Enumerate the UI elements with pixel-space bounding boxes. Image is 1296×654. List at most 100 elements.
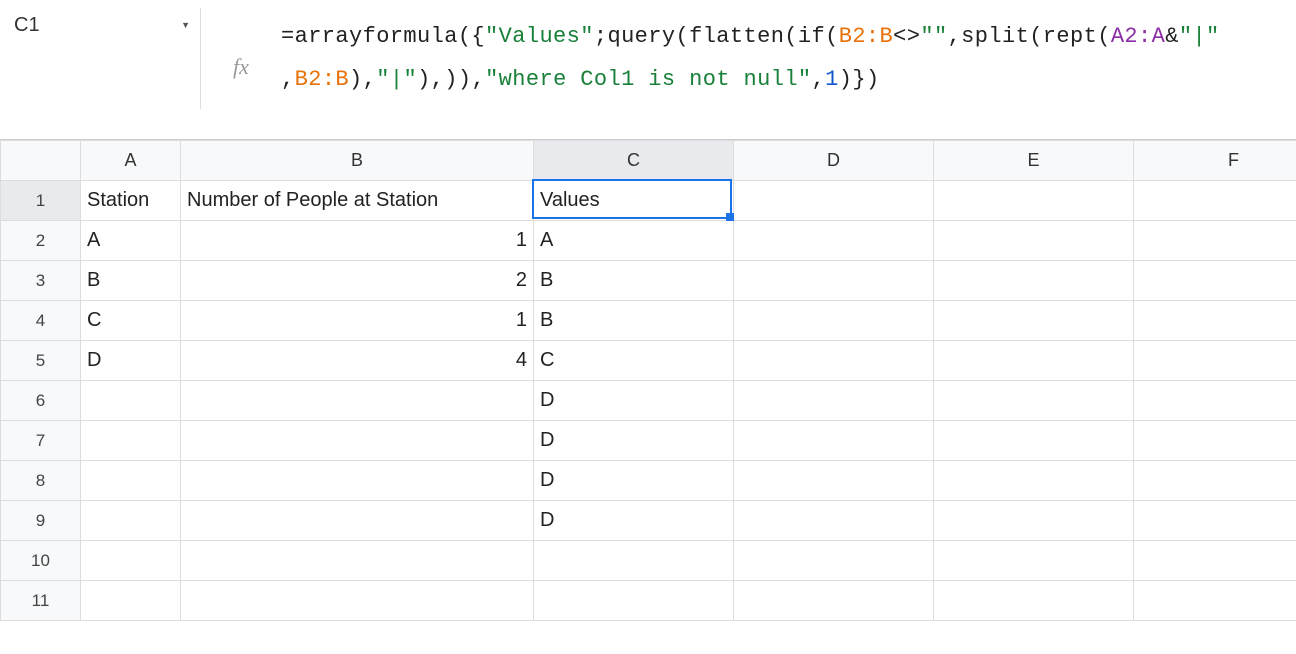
cell[interactable] [734,181,934,221]
cell[interactable]: B [534,261,734,301]
table-row: 9D [1,501,1296,541]
cell[interactable]: C [534,341,734,381]
cell[interactable] [934,261,1134,301]
cell[interactable]: 4 [181,341,534,381]
name-box-value: C1 [14,14,181,37]
table-row: 5D4C [1,341,1296,381]
cell[interactable] [181,381,534,421]
column-header[interactable]: E [934,141,1134,181]
cell[interactable] [734,261,934,301]
column-header[interactable]: D [734,141,934,181]
cell[interactable] [934,181,1134,221]
cell[interactable] [734,581,934,621]
cell[interactable] [81,461,181,501]
cell[interactable] [1134,421,1296,461]
cell[interactable] [81,501,181,541]
cell[interactable] [734,421,934,461]
cell[interactable]: C [81,301,181,341]
column-header[interactable]: B [181,141,534,181]
cell[interactable] [181,461,534,501]
row-header[interactable]: 7 [1,421,81,461]
formula-bar[interactable]: fx =arrayformula({"Values";query(flatten… [201,0,1296,139]
cell[interactable] [734,341,934,381]
cell[interactable]: 1 [181,221,534,261]
cell[interactable] [1134,221,1296,261]
cell-value [534,581,733,620]
cell[interactable] [934,461,1134,501]
cell[interactable]: Station [81,181,181,221]
formula-input[interactable]: =arrayformula({"Values";query(flatten(if… [281,16,1296,102]
cell[interactable] [81,541,181,581]
table-row: 3B2B [1,261,1296,301]
cell-value: D [534,501,733,540]
cell[interactable]: D [534,421,734,461]
cell[interactable]: D [534,501,734,541]
cell[interactable] [934,301,1134,341]
cell[interactable] [1134,181,1296,221]
fx-icon: fx [201,16,281,80]
cell[interactable] [734,461,934,501]
cell[interactable] [534,541,734,581]
row-header[interactable]: 8 [1,461,81,501]
column-header[interactable]: A [81,141,181,181]
cell[interactable] [934,221,1134,261]
cell[interactable]: A [81,221,181,261]
row-header[interactable]: 2 [1,221,81,261]
cell[interactable] [1134,301,1296,341]
cell[interactable] [181,581,534,621]
cell[interactable] [181,501,534,541]
cell[interactable] [81,581,181,621]
cell[interactable] [1134,501,1296,541]
cell-value: 1 [181,221,533,260]
cell[interactable] [181,421,534,461]
cell[interactable] [1134,381,1296,421]
cell[interactable] [1134,261,1296,301]
row-header[interactable]: 4 [1,301,81,341]
name-box[interactable]: C1 ▼ [0,10,200,40]
row-header[interactable]: 5 [1,341,81,381]
cell[interactable] [734,301,934,341]
cell[interactable] [81,421,181,461]
cell[interactable]: D [534,381,734,421]
cell[interactable] [1134,581,1296,621]
cell[interactable] [1134,541,1296,581]
row-header[interactable]: 9 [1,501,81,541]
cell[interactable]: 1 [181,301,534,341]
cell[interactable] [934,421,1134,461]
name-box-dropdown-icon[interactable]: ▼ [181,20,190,30]
cell[interactable]: Values [534,181,734,221]
select-all-corner[interactable] [1,141,81,181]
cell[interactable]: 2 [181,261,534,301]
formula-token: )}) [839,67,880,92]
cell[interactable] [734,541,934,581]
cell[interactable] [734,501,934,541]
cell-value [934,301,1133,340]
spreadsheet-grid[interactable]: ABCDEF 1StationNumber of People at Stati… [0,140,1296,621]
cell[interactable]: A [534,221,734,261]
cell[interactable]: B [81,261,181,301]
row-header[interactable]: 3 [1,261,81,301]
row-header[interactable]: 6 [1,381,81,421]
cell[interactable] [81,381,181,421]
column-header[interactable]: F [1134,141,1296,181]
cell-value [1134,461,1296,500]
cell[interactable] [1134,341,1296,381]
cell[interactable] [934,501,1134,541]
column-header[interactable]: C [534,141,734,181]
cell[interactable] [934,381,1134,421]
cell[interactable] [534,581,734,621]
cell[interactable]: D [534,461,734,501]
row-header[interactable]: 11 [1,581,81,621]
cell[interactable] [181,541,534,581]
cell[interactable] [934,581,1134,621]
cell[interactable]: Number of People at Station [181,181,534,221]
cell[interactable]: D [81,341,181,381]
cell[interactable] [734,221,934,261]
row-header[interactable]: 10 [1,541,81,581]
cell[interactable]: B [534,301,734,341]
cell[interactable] [1134,461,1296,501]
cell[interactable] [934,341,1134,381]
cell[interactable] [934,541,1134,581]
cell[interactable] [734,381,934,421]
row-header[interactable]: 1 [1,181,81,221]
